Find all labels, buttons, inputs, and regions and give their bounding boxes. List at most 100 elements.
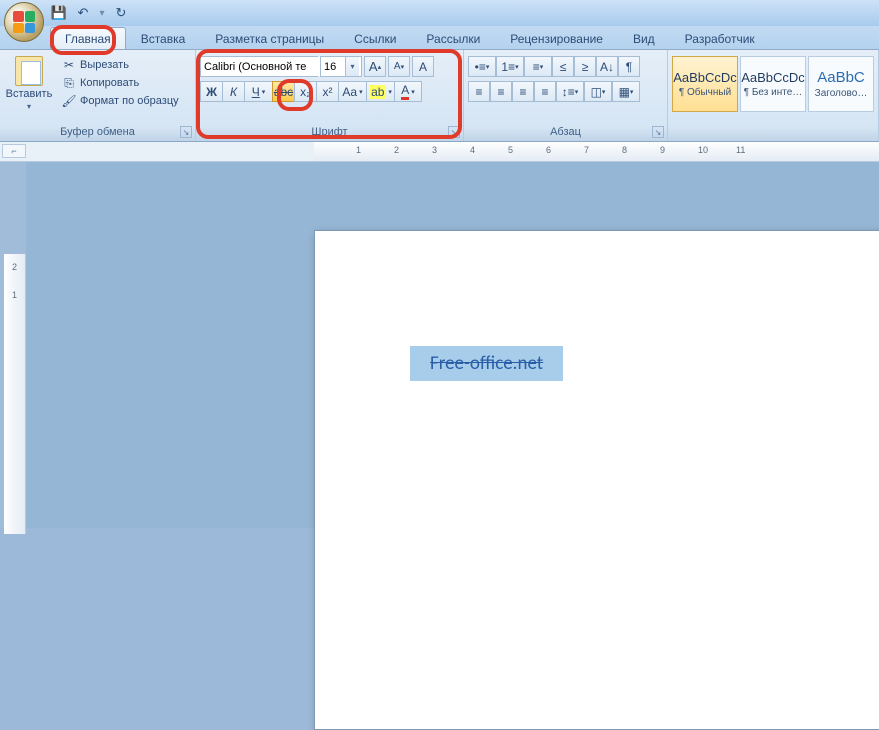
tab-developer[interactable]: Разработчик	[670, 27, 770, 49]
vertical-ruler[interactable]: 2 1	[4, 254, 26, 534]
brush-icon: 🖌	[62, 94, 76, 108]
align-left-icon: ≡	[475, 85, 482, 99]
bold-icon: Ж	[206, 85, 217, 99]
copy-label: Копировать	[80, 77, 139, 89]
tab-review[interactable]: Рецензирование	[495, 27, 618, 49]
page[interactable]: Free-office.net	[314, 230, 879, 730]
decrease-indent-icon: ≤	[560, 60, 567, 74]
style-name: ¶ Обычный	[679, 87, 731, 98]
paste-icon	[15, 56, 43, 86]
justify-button[interactable]: ≡	[534, 81, 556, 102]
subscript-button[interactable]: x₂	[294, 81, 316, 102]
align-center-button[interactable]: ≡	[490, 81, 512, 102]
shrink-font-button[interactable]: A▾	[388, 56, 410, 77]
cut-button[interactable]: ✂ Вырезать	[58, 56, 183, 74]
bullets-button[interactable]: •≡▾	[468, 56, 496, 77]
ruler-mark: 4	[470, 145, 475, 155]
group-clipboard: Вставить ▾ ✂ Вырезать ⎘ Копировать 🖌 Фор…	[0, 50, 196, 141]
style-name: ¶ Без инте…	[744, 87, 803, 98]
chevron-down-icon[interactable]: ▾	[345, 57, 359, 76]
superscript-button[interactable]: x²	[316, 81, 338, 102]
horizontal-ruler[interactable]: 3211234567891011	[314, 142, 879, 161]
style-sample: AaBbC	[817, 69, 865, 86]
tab-view[interactable]: Вид	[618, 27, 670, 49]
style-name: Заголово…	[815, 88, 868, 99]
ruler-corner-button[interactable]: ⌐	[2, 144, 26, 158]
increase-indent-button[interactable]: ≥	[574, 56, 596, 77]
office-button[interactable]	[4, 2, 44, 42]
redo-button[interactable]: ↻	[112, 4, 130, 22]
tab-home[interactable]: Главная	[50, 27, 126, 49]
paragraph-dialog-launcher[interactable]: ↘	[652, 126, 664, 138]
borders-icon: ▦	[619, 85, 630, 99]
decrease-indent-button[interactable]: ≤	[552, 56, 574, 77]
style-no-spacing[interactable]: AaBbCcDc ¶ Без инте…	[740, 56, 806, 112]
underline-button[interactable]: Ч▾	[244, 81, 272, 102]
copy-button[interactable]: ⎘ Копировать	[58, 74, 183, 92]
italic-button[interactable]: К	[222, 81, 244, 102]
ruler-mark: 10	[698, 145, 708, 155]
selected-text[interactable]: Free-office.net	[410, 346, 563, 381]
clear-formatting-button[interactable]: A	[412, 56, 434, 77]
tab-insert[interactable]: Вставка	[126, 27, 201, 49]
sort-icon: A↓	[600, 60, 614, 74]
format-painter-button[interactable]: 🖌 Формат по образцу	[58, 92, 183, 110]
eraser-icon: A	[419, 60, 427, 74]
vruler-mark: 1	[12, 290, 17, 300]
tab-mailings[interactable]: Рассылки	[411, 27, 495, 49]
style-normal[interactable]: AaBbCcDc ¶ Обычный	[672, 56, 738, 112]
multilevel-button[interactable]: ≡▾	[524, 56, 552, 77]
group-clipboard-label: Буфер обмена	[4, 124, 191, 141]
grow-font-icon: A	[369, 59, 378, 74]
pilcrow-icon: ¶	[626, 60, 632, 74]
ruler-mark: 8	[622, 145, 627, 155]
grow-font-button[interactable]: A▴	[364, 56, 386, 77]
watermark: FREE-OFFICE.NET	[685, 494, 855, 516]
shading-button[interactable]: ◫▾	[584, 81, 612, 102]
font-size-combo[interactable]: ▾	[320, 56, 362, 77]
bullets-icon: •≡	[475, 60, 486, 74]
ruler-mark: 2	[394, 145, 399, 155]
highlight-button[interactable]: ab▾	[366, 81, 394, 102]
numbering-button[interactable]: 1≡▾	[496, 56, 524, 77]
justify-icon: ≡	[541, 85, 548, 99]
format-painter-label: Формат по образцу	[80, 95, 179, 107]
shading-icon: ◫	[591, 85, 602, 99]
numbering-icon: 1≡	[501, 60, 515, 74]
style-sample: AaBbCcDc	[741, 70, 805, 85]
ruler-mark: 9	[660, 145, 665, 155]
paste-button[interactable]: Вставить ▾	[4, 52, 54, 111]
align-left-button[interactable]: ≡	[468, 81, 490, 102]
strikethrough-button[interactable]: abc	[272, 81, 294, 102]
ruler-mark: 7	[584, 145, 589, 155]
font-size-input[interactable]	[321, 57, 345, 76]
show-marks-button[interactable]: ¶	[618, 56, 640, 77]
sort-button[interactable]: A↓	[596, 56, 618, 77]
borders-button[interactable]: ▦▾	[612, 81, 640, 102]
change-case-button[interactable]: Aa▾	[338, 81, 366, 102]
change-case-icon: Aa	[342, 85, 357, 99]
font-color-button[interactable]: A▾	[394, 81, 422, 102]
strikethrough-icon: abc	[274, 85, 293, 99]
align-right-button[interactable]: ≡	[512, 81, 534, 102]
highlight-icon: ab	[369, 85, 386, 99]
ruler-row: ⌐ 3211234567891011	[0, 142, 879, 162]
style-heading1[interactable]: AaBbC Заголово…	[808, 56, 874, 112]
group-font: ▾ ▾ A▴ A▾ A Ж К Ч▾ abc x₂ x²	[196, 50, 464, 141]
italic-icon: К	[230, 85, 237, 99]
clipboard-dialog-launcher[interactable]: ↘	[180, 126, 192, 138]
line-spacing-icon: ↕≡	[562, 85, 575, 99]
tab-page-layout[interactable]: Разметка страницы	[200, 27, 339, 49]
bold-button[interactable]: Ж	[200, 81, 222, 102]
undo-button[interactable]: ↶	[74, 4, 92, 22]
line-spacing-button[interactable]: ↕≡▾	[556, 81, 584, 102]
tab-references[interactable]: Ссылки	[339, 27, 411, 49]
group-font-label: Шрифт	[200, 124, 459, 141]
document-area: 2 1 Free-office.net	[0, 162, 879, 528]
save-button[interactable]: 💾	[50, 4, 68, 22]
font-dialog-launcher[interactable]: ↘	[448, 126, 460, 138]
font-name-combo[interactable]: ▾	[200, 56, 318, 77]
ruler-mark: 5	[508, 145, 513, 155]
document-canvas[interactable]: Free-office.net	[26, 162, 879, 528]
multilevel-icon: ≡	[533, 60, 540, 74]
